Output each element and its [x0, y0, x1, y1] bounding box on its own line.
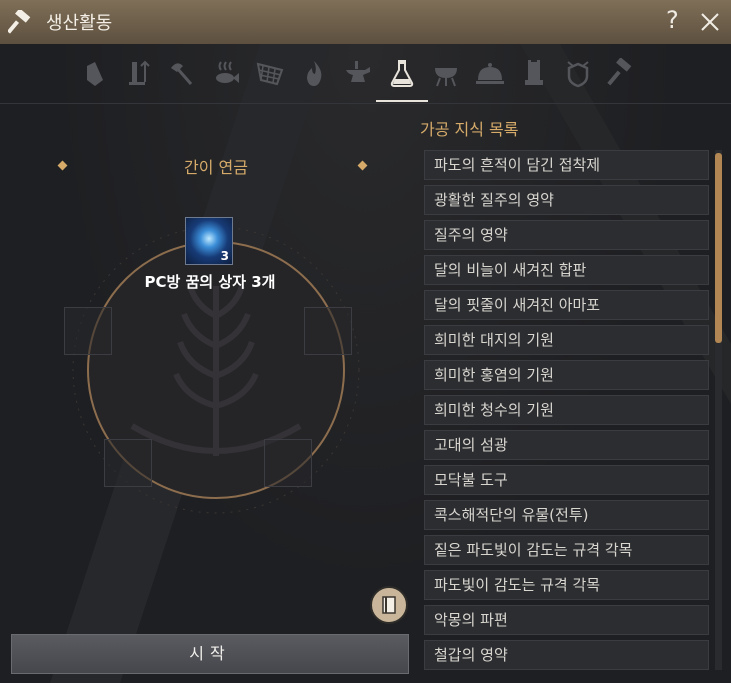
tab-divider: [0, 103, 731, 104]
knowledge-item[interactable]: 철갑의 영약: [424, 640, 709, 670]
material-slot-left-top[interactable]: [64, 307, 112, 355]
result-item-name: PC방 꿈의 상자 3개: [144, 273, 276, 291]
tab-lumber[interactable]: [160, 50, 204, 102]
net-icon: [256, 62, 284, 86]
list-scrollbar-thumb[interactable]: [715, 153, 722, 343]
category-tabs: [64, 50, 664, 102]
tab-grill[interactable]: [424, 50, 468, 102]
knowledge-item[interactable]: 짙은 파도빛이 감도는 규격 각목: [424, 535, 709, 565]
material-slot-left-bottom[interactable]: [104, 439, 152, 487]
grill-icon: [435, 68, 457, 87]
help-button[interactable]: ?: [666, 6, 679, 34]
start-button[interactable]: 시작: [11, 634, 409, 674]
tab-alchemy[interactable]: [376, 50, 428, 102]
gathering-bag-icon: [87, 62, 103, 86]
hammer-icon: [607, 58, 632, 86]
alchemy-tower-icon: [525, 60, 543, 85]
knowledge-item[interactable]: 희미한 대지의 기원: [424, 325, 709, 355]
tab-cooking[interactable]: [468, 50, 512, 102]
knowledge-item[interactable]: 악몽의 파편: [424, 605, 709, 635]
knowledge-item[interactable]: 달의 비늘이 새겨진 합판: [424, 255, 709, 285]
material-slot-right-bottom[interactable]: [264, 439, 312, 487]
knowledge-item[interactable]: 질주의 영약: [424, 220, 709, 250]
tab-net[interactable]: [248, 50, 292, 102]
tab-alchemy-tower[interactable]: [512, 50, 556, 102]
knowledge-item[interactable]: 모닥불 도구: [424, 465, 709, 495]
flask-icon: [390, 60, 414, 87]
tab-fishing[interactable]: [204, 50, 248, 102]
recipe-title: 간이 연금: [184, 158, 248, 177]
tab-gathering[interactable]: [72, 50, 116, 102]
fire-icon: [307, 61, 322, 86]
anvil-icon: [346, 61, 370, 82]
window-title: 생산활동: [46, 13, 113, 34]
knowledge-item[interactable]: 고대의 섬광: [424, 430, 709, 460]
cloche-icon: [476, 63, 504, 84]
result-item-slot[interactable]: 3: [185, 217, 233, 265]
material-slot-right-top[interactable]: [304, 307, 352, 355]
knowledge-item[interactable]: 파도빛이 감도는 규격 각목: [424, 570, 709, 600]
fish-steam-icon: [216, 61, 239, 83]
item-count: 3: [220, 249, 229, 263]
tool-check-icon: [129, 60, 150, 85]
crest-icon: [567, 61, 589, 88]
knowledge-item[interactable]: 광활한 질주의 영약: [424, 185, 709, 215]
recipe-book-button[interactable]: [370, 586, 408, 624]
hammer-icon: [8, 10, 31, 34]
knowledge-item[interactable]: 희미한 홍염의 기원: [424, 360, 709, 390]
book-icon: [382, 596, 396, 614]
knowledge-item[interactable]: 콕스해적단의 유물(전투): [424, 500, 709, 530]
tab-crest[interactable]: [556, 50, 600, 102]
tab-smithing[interactable]: [336, 50, 380, 102]
axe-icon: [171, 63, 193, 85]
tab-fire[interactable]: [292, 50, 336, 102]
knowledge-item[interactable]: 달의 핏줄이 새겨진 아마포: [424, 290, 709, 320]
tab-tool[interactable]: [116, 50, 160, 102]
knowledge-list-title: 가공 지식 목록: [420, 120, 519, 139]
tab-hammer[interactable]: [600, 50, 644, 102]
knowledge-item[interactable]: 파도의 흔적이 담긴 접착제: [424, 150, 709, 180]
knowledge-item[interactable]: 희미한 청수의 기원: [424, 395, 709, 425]
window-titlebar: 생산활동 ?: [0, 0, 731, 44]
close-icon[interactable]: [699, 11, 721, 33]
